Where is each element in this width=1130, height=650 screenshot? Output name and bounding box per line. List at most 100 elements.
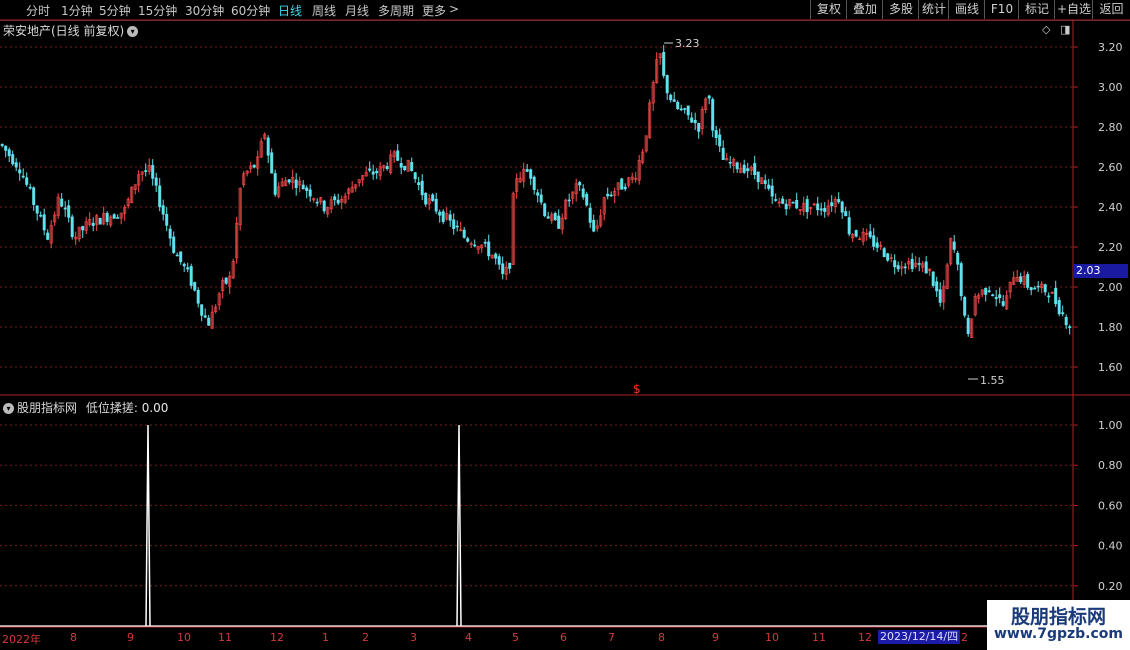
candle-body: [445, 213, 449, 220]
chart-window-controls[interactable]: ◇ ◨: [1042, 23, 1070, 36]
candle-body: [497, 256, 501, 265]
back-button[interactable]: 返回: [1092, 0, 1130, 19]
candle-body: [1068, 326, 1072, 329]
candle-body: [588, 207, 592, 223]
candle-body: [749, 167, 753, 171]
candle-body: [550, 214, 554, 221]
candle-body: [32, 187, 36, 205]
candle-body: [434, 198, 438, 212]
candle-body: [81, 226, 85, 231]
candle-body: [459, 229, 463, 232]
candle-body: [784, 203, 788, 210]
candle-body: [63, 207, 67, 210]
candle-body: [1047, 295, 1051, 298]
tab-monthly[interactable]: 月线: [345, 2, 369, 19]
candle-body: [956, 252, 960, 265]
chevron-right-icon[interactable]: >: [449, 2, 459, 16]
candle-body: [39, 214, 43, 217]
candle-body: [193, 282, 197, 291]
candle-body: [210, 311, 214, 329]
candle-body: [291, 176, 295, 183]
candle-body: [1036, 285, 1040, 288]
candle-body: [1050, 291, 1054, 294]
candle-body: [525, 169, 529, 172]
chevron-down-icon[interactable]: ▾: [3, 403, 14, 414]
tab-1min[interactable]: 1分钟: [61, 2, 93, 19]
candle-body: [553, 213, 557, 221]
candle-body: [886, 253, 890, 261]
candle-body: [840, 201, 844, 213]
candle-body: [1008, 281, 1012, 293]
candle-body: [760, 177, 764, 185]
candle-body: [795, 199, 799, 209]
indicator-value: 0.00: [141, 401, 169, 415]
candle-body: [494, 253, 498, 259]
add-watchlist-button[interactable]: +自选: [1054, 0, 1093, 19]
candle-body: [935, 281, 939, 292]
candle-body: [144, 170, 148, 172]
tab-fenshi[interactable]: 分时: [26, 2, 50, 19]
candle-body: [67, 205, 71, 218]
indicator-title[interactable]: ▾ 股朋指标网 低位揉搓: 0.00: [3, 399, 168, 416]
candle-body: [109, 216, 113, 226]
candle-body: [697, 123, 701, 132]
candle-body: [200, 304, 204, 316]
candle-body: [823, 208, 827, 212]
candle-body: [963, 296, 967, 316]
candle-body: [224, 277, 228, 284]
candle-body: [511, 193, 515, 265]
candle-body: [371, 171, 375, 175]
draw-line-button[interactable]: 画线: [948, 0, 985, 19]
candle-body: [1040, 283, 1044, 288]
ind-y-tick-label: 1.00: [1098, 419, 1123, 432]
statistics-button[interactable]: 统计: [918, 0, 949, 19]
candle-body: [1057, 300, 1061, 315]
candle-body: [966, 317, 970, 334]
candle-body: [721, 147, 725, 160]
candlestick-series: 3.23 1.55 $: [0, 37, 1072, 396]
tab-more[interactable]: 更多: [422, 2, 446, 19]
multi-stock-button[interactable]: 多股: [882, 0, 919, 19]
tab-30min[interactable]: 30分钟: [185, 2, 224, 19]
candle-body: [284, 180, 288, 187]
candle-body: [802, 202, 806, 212]
overlay-button[interactable]: 叠加: [846, 0, 883, 19]
candle-body: [280, 181, 284, 187]
candle-body: [931, 271, 935, 286]
candle-body: [312, 198, 316, 201]
candle-body: [427, 198, 431, 205]
candle-body: [847, 217, 851, 235]
stock-title[interactable]: 荣安地产(日线 前复权) ▾: [3, 22, 139, 39]
candle-body: [756, 171, 760, 183]
chart-canvas[interactable]: 3.23 1.55 $ 3.20 3.00 2.80 2.60 2.40 2.20 2.00 1.…: [0, 0, 1130, 650]
candle-body: [994, 297, 998, 299]
candle-body: [406, 159, 410, 172]
candle-body: [1026, 274, 1030, 288]
candle-body: [707, 95, 711, 99]
tab-60min[interactable]: 60分钟: [231, 2, 270, 19]
candle-body: [938, 289, 942, 303]
candle-body: [469, 243, 473, 245]
watermark-name: 股朋指标网: [1010, 606, 1106, 628]
candle-body: [235, 222, 239, 259]
candle-body: [977, 294, 981, 299]
adjust-button[interactable]: 复权: [810, 0, 847, 19]
tab-daily[interactable]: 日线: [278, 2, 302, 19]
tab-weekly[interactable]: 周线: [312, 2, 336, 19]
tab-5min[interactable]: 5分钟: [99, 2, 131, 19]
candle-body: [777, 201, 781, 204]
tab-15min[interactable]: 15分钟: [138, 2, 177, 19]
candle-body: [788, 199, 792, 206]
candle-body: [774, 199, 778, 201]
candle-body: [882, 248, 886, 258]
candle-body: [606, 193, 610, 197]
f10-button[interactable]: F10: [984, 0, 1019, 19]
mark-button[interactable]: 标记: [1018, 0, 1055, 19]
candle-body: [704, 98, 708, 110]
candle-body: [305, 187, 309, 191]
diamond-icon[interactable]: ◇: [1042, 23, 1050, 36]
panel-toggle-icon[interactable]: ◨: [1060, 23, 1070, 36]
tab-multi-period[interactable]: 多周期: [378, 2, 414, 19]
chevron-down-icon[interactable]: ▾: [127, 26, 139, 37]
candle-body: [868, 231, 872, 238]
